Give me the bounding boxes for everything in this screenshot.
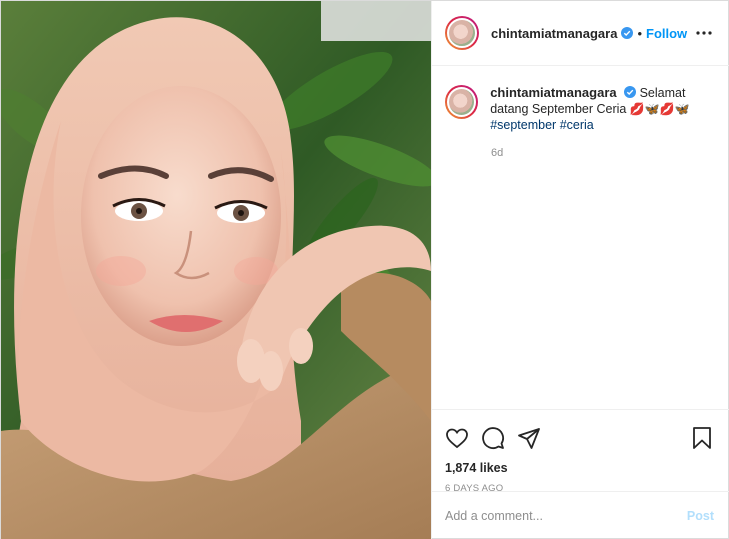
bookmark-icon[interactable] bbox=[690, 426, 714, 450]
caption-avatar-image bbox=[447, 87, 477, 117]
caption-timestamp[interactable]: 6d bbox=[491, 147, 714, 159]
post-photo[interactable] bbox=[1, 1, 431, 539]
caption-verified-badge-icon bbox=[624, 86, 637, 98]
post-side-panel: chintamiatmanagara • Follow chintamiatma… bbox=[431, 1, 729, 539]
share-icon[interactable] bbox=[517, 426, 541, 450]
username-link[interactable]: chintamiatmanagara bbox=[491, 26, 617, 41]
hashtag-link[interactable]: #september bbox=[490, 118, 556, 132]
caption-avatar[interactable] bbox=[445, 85, 479, 119]
action-icons-row bbox=[445, 418, 714, 458]
post-photo-illustration bbox=[1, 1, 431, 539]
post-header: chintamiatmanagara • Follow bbox=[432, 1, 729, 66]
caption-text: chintamiatmanagara Selamat datang Septem… bbox=[490, 85, 714, 133]
caption-username-link[interactable]: chintamiatmanagara bbox=[490, 85, 616, 100]
follow-button[interactable]: Follow bbox=[646, 26, 687, 41]
comment-input[interactable] bbox=[445, 509, 687, 523]
heart-icon[interactable] bbox=[445, 426, 469, 450]
verified-badge-icon bbox=[621, 27, 634, 39]
separator-dot: • bbox=[637, 25, 642, 41]
post-comment-button[interactable]: Post bbox=[687, 509, 714, 523]
caption-section: chintamiatmanagara Selamat datang Septem… bbox=[432, 67, 729, 409]
caption-row: chintamiatmanagara Selamat datang Septem… bbox=[445, 85, 714, 133]
caption-emojis: 💋🦋💋🦋 bbox=[629, 102, 690, 116]
avatar-image bbox=[447, 18, 477, 48]
comment-icon[interactable] bbox=[481, 426, 505, 450]
instagram-post: chintamiatmanagara • Follow chintamiatma… bbox=[0, 0, 729, 539]
post-actions: 1,874 likes 6 DAYS AGO bbox=[432, 409, 729, 494]
hashtag-link[interactable]: #ceria bbox=[560, 118, 594, 132]
likes-count[interactable]: 1,874 likes bbox=[445, 461, 714, 475]
more-options-icon[interactable] bbox=[694, 23, 714, 43]
comment-form: Post bbox=[432, 491, 729, 539]
avatar[interactable] bbox=[445, 16, 479, 50]
